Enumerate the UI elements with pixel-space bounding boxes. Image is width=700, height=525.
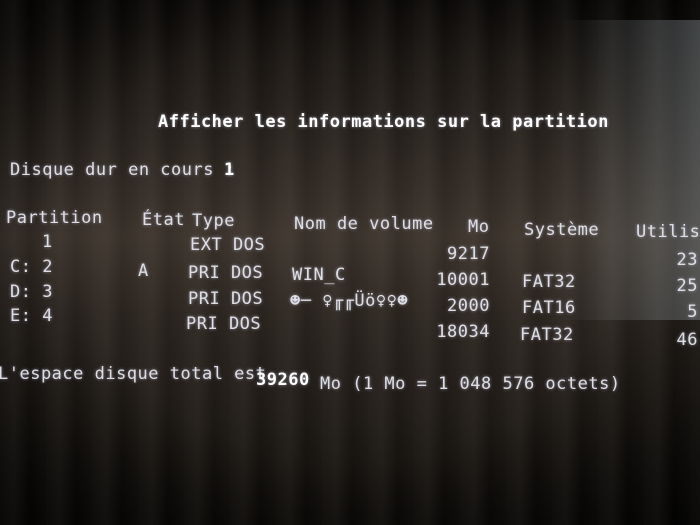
page-title: Afficher les informations sur la partiti… (158, 112, 609, 132)
row1-utilisation: 23 (676, 250, 698, 270)
row4-partition: E: 4 (10, 306, 53, 326)
row2-volume: WIN_C (292, 265, 346, 285)
row2-type: PRI DOS (188, 263, 264, 283)
row1-type: EXT DOS (190, 235, 266, 255)
row2-systeme: FAT32 (522, 272, 576, 292)
row2-utilisation: 25 (676, 276, 698, 296)
header-volume: Nom de volume (294, 214, 434, 234)
row3-type: PRI DOS (188, 289, 264, 309)
current-disk-label: Disque dur en cours : (10, 160, 236, 180)
row4-utilisation: 46 (676, 330, 698, 350)
total-space-unit: Mo (1 Mo = 1 048 576 octets) (320, 374, 621, 394)
total-space-value: 39260 (256, 370, 310, 390)
row3-utilisation: 5 (687, 302, 698, 322)
row3-systeme: FAT16 (522, 298, 576, 318)
row1-mo: 9217 (447, 244, 490, 264)
current-disk-value: 1 (224, 160, 235, 180)
row3-mo: 2000 (447, 296, 490, 316)
dos-screen: Afficher les informations sur la partiti… (0, 0, 700, 525)
header-etat: État (142, 210, 185, 230)
row2-partition: C: 2 (10, 257, 53, 277)
header-mo: Mo (468, 217, 490, 237)
total-space-label: L'espace disque total est (0, 364, 267, 384)
row2-etat: A (138, 261, 149, 281)
header-type: Type (192, 211, 235, 231)
row3-partition: D: 3 (10, 282, 53, 302)
header-partition: Partition (6, 208, 103, 228)
header-systeme: Système (524, 220, 600, 240)
row1-partition: 1 (42, 232, 53, 252)
row4-mo: 18034 (436, 322, 490, 342)
row4-type: PRI DOS (186, 314, 262, 334)
row3-volume: ☻─ ♀╓╓Üö♀♀☻ (290, 291, 409, 311)
header-utilisation: Utilis (636, 222, 700, 242)
row2-mo: 10001 (436, 270, 490, 290)
row4-systeme: FAT32 (520, 325, 574, 345)
